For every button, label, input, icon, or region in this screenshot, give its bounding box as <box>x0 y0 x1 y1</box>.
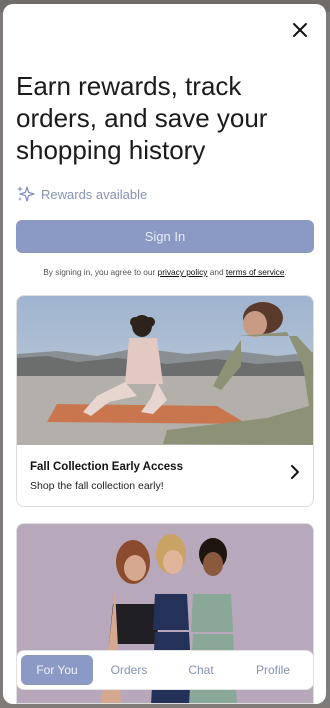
page-title: Earn rewards, track orders, and save you… <box>16 71 268 165</box>
promo-subtitle: Shop the fall collection early! <box>30 480 164 492</box>
terms-suffix: . <box>284 267 287 277</box>
rewards-label: Rewards available <box>41 186 148 202</box>
tab-orders[interactable]: Orders <box>93 655 165 685</box>
rewards-indicator: Rewards available <box>16 185 147 203</box>
signin-modal: Earn rewards, track orders, and save you… <box>3 4 326 704</box>
sign-in-button[interactable]: Sign In <box>16 220 314 253</box>
tab-profile[interactable]: Profile <box>237 655 309 685</box>
terms-text: By signing in, you agree to our privacy … <box>16 267 314 277</box>
chevron-right-icon[interactable] <box>287 464 303 480</box>
terms-of-service-link[interactable]: terms of service <box>226 267 285 277</box>
bottom-tab-bar: For You Orders Chat Profile <box>16 650 314 690</box>
promo-image <box>17 296 313 445</box>
close-button[interactable] <box>288 18 312 42</box>
sparkle-icon <box>17 186 35 202</box>
promo-card[interactable]: Fall Collection Early Access Shop the fa… <box>16 295 314 507</box>
terms-prefix: By signing in, you agree to our <box>43 267 158 277</box>
terms-middle: and <box>207 267 226 277</box>
tab-for-you[interactable]: For You <box>21 655 93 685</box>
close-icon <box>293 23 307 37</box>
promo-title: Fall Collection Early Access <box>30 461 183 473</box>
tab-chat[interactable]: Chat <box>165 655 237 685</box>
privacy-policy-link[interactable]: privacy policy <box>158 267 208 277</box>
